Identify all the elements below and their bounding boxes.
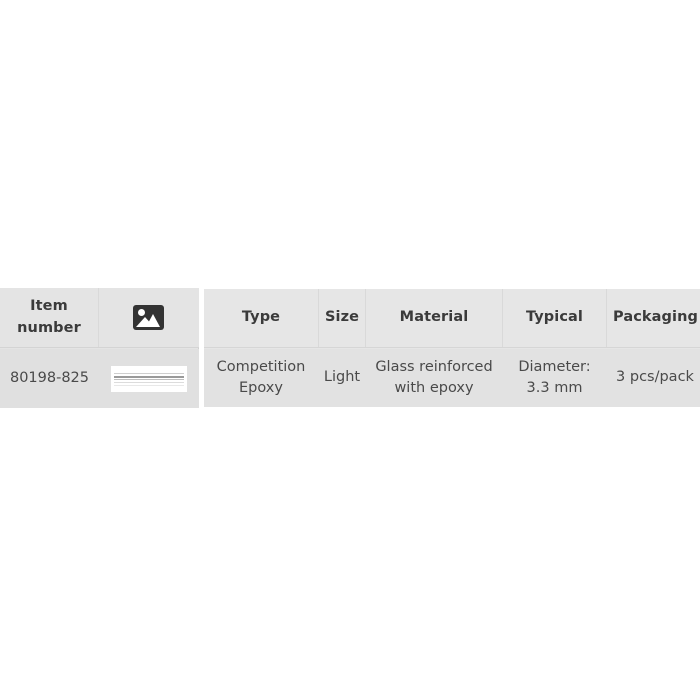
image-icon-mountain-right [146, 314, 160, 327]
spec-table: Type Size Material Typical Packaging Com… [204, 289, 700, 407]
item-number-value: 80198-825 [9, 369, 90, 386]
cell-size: Light [319, 349, 366, 407]
page-root: Item number 80198-825 Type Size Material… [0, 0, 700, 700]
cell-size-value: Light [323, 369, 361, 386]
product-thumbnail[interactable] [110, 365, 187, 392]
cell-product-image[interactable] [99, 349, 198, 408]
spec-table-header-row: Type Size Material Typical Packaging [204, 289, 700, 348]
column-header-item-number: Item number [0, 288, 99, 347]
item-table: Item number 80198-825 [0, 288, 199, 408]
column-header-packaging-label: Packaging [613, 309, 698, 326]
thumbnail-line-5 [113, 384, 184, 386]
cell-type-line1: Competition [216, 358, 306, 375]
cell-typical-line1: Diameter: [518, 358, 591, 375]
cell-type-line2: Epoxy [239, 380, 283, 396]
column-header-type: Type [204, 289, 319, 347]
product-spec-tables: Item number 80198-825 Type Size Material… [0, 287, 700, 409]
column-header-packaging: Packaging [607, 289, 700, 347]
cell-typical-line2: 3.3 mm [526, 380, 583, 396]
column-header-typical: Typical [503, 289, 607, 347]
table-row[interactable]: 80198-825 [0, 349, 199, 408]
thumbnail-line-3 [113, 378, 184, 380]
thumbnail-line-1 [113, 372, 184, 374]
table-row[interactable]: Competition Epoxy Light Glass reinforced… [204, 349, 700, 407]
column-header-size-label: Size [324, 309, 360, 326]
image-icon-sun [138, 309, 145, 316]
item-table-header-row: Item number [0, 288, 199, 348]
column-header-size: Size [319, 289, 366, 347]
cell-type: Competition Epoxy [204, 349, 319, 407]
thumbnail-line-4 [113, 381, 184, 383]
cell-packaging-value: 3 pcs/pack [616, 369, 694, 386]
column-header-material: Material [366, 289, 503, 347]
column-header-typical-label: Typical [525, 309, 584, 326]
image-icon [133, 305, 164, 330]
cell-material-line2: with epoxy [394, 380, 474, 396]
cell-typical: Diameter: 3.3 mm [503, 349, 607, 407]
item-number-header-line1: Item [30, 298, 68, 315]
cell-packaging: 3 pcs/pack [607, 349, 700, 407]
item-number-header-line2: number [17, 319, 81, 336]
cell-material-line1: Glass reinforced [375, 358, 493, 375]
cell-item-number: 80198-825 [0, 349, 99, 408]
column-header-image [99, 288, 198, 347]
thumbnail-line-2 [113, 375, 184, 378]
cell-material: Glass reinforced with epoxy [366, 349, 503, 407]
column-header-material-label: Material [399, 309, 469, 326]
column-header-type-label: Type [241, 309, 281, 326]
